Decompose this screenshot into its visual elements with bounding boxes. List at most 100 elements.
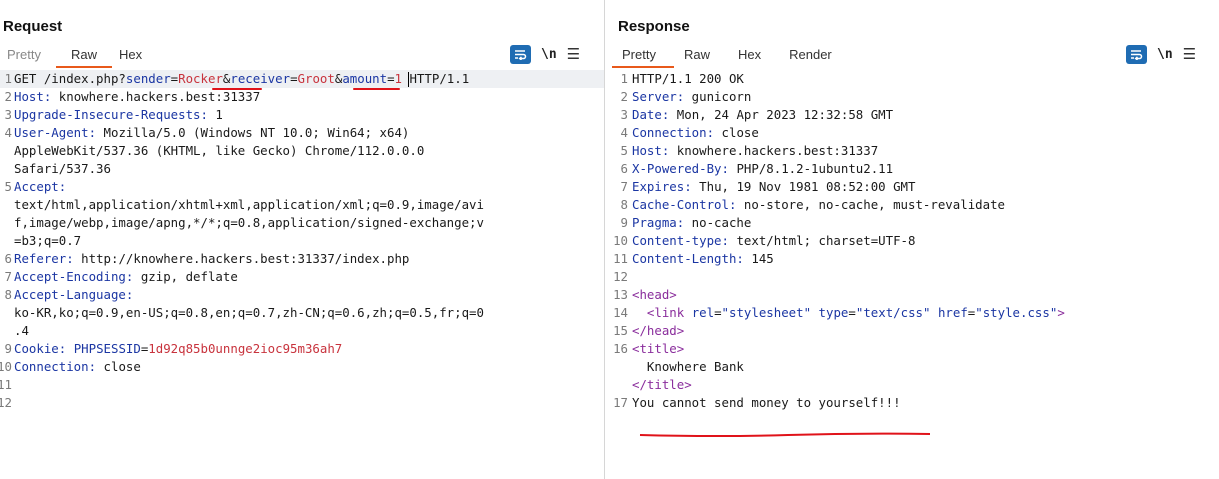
code-line: AppleWebKit/537.36 (KHTML, like Gecko) C… [0, 142, 604, 160]
line-number: 4 [620, 125, 628, 140]
hamburger-menu-icon[interactable]: ☰ [1183, 47, 1196, 62]
annotation-underline-message [639, 432, 931, 437]
line-number: 5 [4, 179, 12, 194]
code-line: 3 Date: Mon, 24 Apr 2023 12:32:58 GMT [606, 106, 1219, 124]
code-token: User-Agent: [14, 125, 97, 140]
code-line: 1 HTTP/1.1 200 OK [606, 70, 1219, 88]
code-token: rel [691, 305, 715, 320]
response-tab-raw[interactable]: Raw [674, 44, 728, 68]
code-line: 3 Upgrade-Insecure-Requests: 1 [0, 106, 604, 124]
code-token: gunicorn [684, 89, 752, 104]
wrap-lines-icon[interactable] [1126, 44, 1147, 64]
line-number [606, 358, 632, 376]
line-number: 10 [613, 233, 628, 248]
line-text: </head> [632, 322, 1219, 340]
code-token: href [937, 305, 968, 320]
line-text: text/html,application/xhtml+xml,applicat… [14, 196, 604, 214]
code-token: Connection: [14, 359, 97, 374]
newline-toggle-button[interactable]: \n [1157, 47, 1173, 62]
line-text: Server: gunicorn [632, 88, 1219, 106]
line-number: 11 [0, 377, 12, 392]
annotation-underline-sender [212, 88, 262, 90]
code-line: 5 Host: knowhere.hackers.best:31337 [606, 142, 1219, 160]
code-token: Date: [632, 107, 670, 122]
code-token: gzip, deflate [133, 269, 238, 284]
code-line: 1 GET /index.php?sender=Rocker&receiver=G… [0, 70, 604, 88]
line-text: <link rel="stylesheet" type="text/css" h… [632, 304, 1219, 322]
code-token: Referer: [14, 251, 74, 266]
annotation-underline-receiver [353, 88, 400, 90]
hamburger-menu-icon[interactable]: ☰ [567, 47, 580, 62]
line-text [14, 376, 604, 394]
code-line: Knowhere Bank [606, 358, 1219, 376]
line-number: 6 [4, 251, 12, 266]
response-tab-pretty[interactable]: Pretty [612, 44, 674, 68]
line-text: Accept-Encoding: gzip, deflate [14, 268, 604, 286]
code-token: Cache-Control: [632, 197, 737, 212]
line-number: 8 [4, 287, 12, 302]
code-token: Expires: [632, 179, 692, 194]
code-line: .4 [0, 322, 604, 340]
line-number: 12 [613, 269, 628, 284]
line-text: AppleWebKit/537.36 (KHTML, like Gecko) C… [14, 142, 604, 160]
response-viewer[interactable]: 1 HTTP/1.1 200 OK 2 Server: gunicorn 3 Date: … [606, 70, 1219, 412]
line-text [14, 394, 604, 412]
line-number: 7 [620, 179, 628, 194]
code-line: f,image/webp,image/apng,*/*;q=0.8,applic… [0, 214, 604, 232]
request-editor[interactable]: 1 GET /index.php?sender=Rocker&receiver=G… [0, 70, 604, 412]
line-number: 11 [613, 251, 628, 266]
line-text: You cannot send money to yourself!!! [632, 394, 1219, 412]
code-token: text/html,application/xhtml+xml,applicat… [14, 197, 484, 212]
code-token: Rocker [178, 71, 223, 86]
line-text: ko-KR,ko;q=0.9,en-US;q=0.8,en;q=0.7,zh-C… [14, 304, 604, 322]
code-line: 8 Cache-Control: no-store, no-cache, must… [606, 196, 1219, 214]
request-tab-hex[interactable]: Hex [112, 44, 157, 68]
code-token: Accept-Encoding: [14, 269, 134, 284]
response-pane: Response Pretty Raw Hex Render \n ☰ 1 HTTP/1… [606, 0, 1219, 479]
line-number: 13 [613, 287, 628, 302]
line-number: 5 [620, 143, 628, 158]
text-caret [408, 72, 409, 87]
code-line: 11 Content-Length: 145 [606, 250, 1219, 268]
code-token: HTTP/1.1 [402, 71, 470, 86]
response-tab-hex[interactable]: Hex [728, 44, 779, 68]
code-token: <title> [632, 341, 685, 356]
line-number [606, 376, 632, 394]
code-token: no-cache [684, 215, 752, 230]
request-tab-pretty[interactable]: Pretty [0, 44, 56, 68]
code-token: </title> [632, 377, 692, 392]
wrap-lines-icon[interactable] [510, 44, 531, 64]
line-text: Cache-Control: no-store, no-cache, must-… [632, 196, 1219, 214]
code-token: = [290, 71, 298, 86]
code-token: "style.css" [975, 305, 1058, 320]
request-tab-raw[interactable]: Raw [55, 44, 112, 68]
line-text: Host: knowhere.hackers.best:31337 [632, 142, 1219, 160]
response-tab-render[interactable]: Render [779, 44, 850, 68]
code-token: PHPSESSID [73, 341, 141, 356]
response-tabs: Pretty Raw Hex Render [612, 44, 850, 68]
response-title: Response [618, 18, 690, 35]
code-token: "text/css" [855, 305, 931, 320]
code-token: Mon, 24 Apr 2023 12:32:58 GMT [669, 107, 894, 122]
code-token: Mozilla/5.0 (Windows NT 10.0; Win64; x64… [96, 125, 410, 140]
line-text: Expires: Thu, 19 Nov 1981 08:52:00 GMT [632, 178, 1219, 196]
code-line: 14 <link rel="stylesheet" type="text/css… [606, 304, 1219, 322]
line-number: 9 [620, 215, 628, 230]
code-token: sender [125, 71, 171, 86]
code-token: f,image/webp,image/apng,*/*;q=0.8,applic… [14, 215, 484, 230]
code-line: 11 [0, 376, 604, 394]
code-line: 8 Accept-Language: [0, 286, 604, 304]
line-number: 16 [613, 341, 628, 356]
code-line: ko-KR,ko;q=0.9,en-US;q=0.8,en;q=0.7,zh-C… [0, 304, 604, 322]
code-line: 15 </head> [606, 322, 1219, 340]
code-token: 1d92q85b0unnge2ioc95m36ah7 [148, 341, 343, 356]
code-token: ko-KR,ko;q=0.9,en-US;q=0.8,en;q=0.7,zh-C… [14, 305, 484, 320]
line-text: Safari/537.36 [14, 160, 604, 178]
code-line: 9 Pragma: no-cache [606, 214, 1219, 232]
code-line: 2 Server: gunicorn [606, 88, 1219, 106]
newline-toggle-button[interactable]: \n [541, 47, 557, 62]
code-token: no-store, no-cache, must-revalidate [736, 197, 1005, 212]
line-text: Host: knowhere.hackers.best:31337 [14, 88, 604, 106]
code-line: 5 Accept: [0, 178, 604, 196]
code-token: PHP/8.1.2-1ubuntu2.11 [728, 161, 894, 176]
